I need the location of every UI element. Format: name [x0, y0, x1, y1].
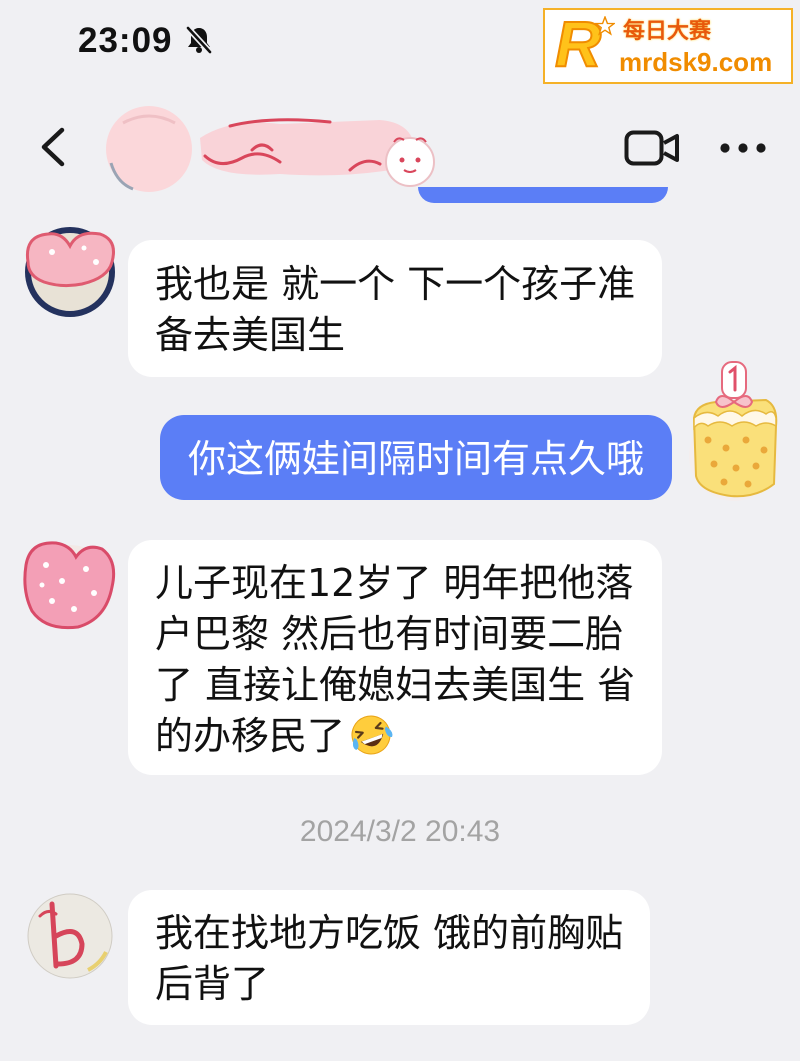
outgoing-bubble-partial[interactable]	[418, 187, 668, 203]
message-bubble-incoming[interactable]: 我也是 就一个 下一个孩子准 备去美国生	[128, 240, 663, 377]
video-camera-icon[interactable]	[624, 128, 680, 168]
watermark-site: mrdsk9.com	[619, 47, 773, 77]
my-avatar[interactable]	[686, 356, 782, 518]
more-dots-icon[interactable]	[718, 140, 768, 154]
contact-avatar[interactable]	[22, 886, 118, 986]
chat-timestamp: 2024/3/2 20:43	[299, 815, 501, 848]
message-bubble-incoming[interactable]: 儿子现在12岁了 明年把他落 户巴黎 然后也有时间要二胎 了 直接让俺媳妇去美国…	[128, 540, 663, 775]
header-contact-name[interactable]	[190, 108, 440, 190]
message-text: 的办移民了	[155, 714, 346, 758]
message-text: 我也是 就一个 下一个孩子准	[155, 262, 636, 306]
rofl-emoji-icon	[349, 713, 393, 757]
message-text: 儿子现在12岁了 明年把他落	[155, 561, 634, 605]
bell-slash-icon	[184, 25, 214, 55]
message-line: 的办移民了	[155, 711, 635, 762]
message-bubble-outgoing[interactable]: 你这俩娃间隔时间有点久哦	[159, 415, 672, 500]
message-bubble-incoming[interactable]: 我在找地方吃饭 饿的前胸贴 后背了	[128, 890, 651, 1025]
chevron-left-icon[interactable]	[38, 126, 68, 168]
message-text: 我在找地方吃饭 饿的前胸贴	[155, 911, 624, 955]
message-text: 户巴黎 然后也有时间要二胎	[155, 612, 624, 656]
chat-header	[0, 92, 800, 192]
message-text: 备去美国生	[155, 313, 346, 357]
contact-avatar[interactable]	[22, 222, 118, 322]
watermark: R 每日大赛 mrdsk9.com	[543, 7, 793, 84]
watermark-brand: 每日大赛	[623, 19, 712, 44]
message-text: 了 直接让俺媳妇去美国生 省	[155, 663, 636, 707]
status-time: 23:09	[78, 21, 173, 60]
star-icon	[594, 15, 616, 36]
contact-avatar[interactable]	[22, 535, 118, 635]
header-avatar[interactable]	[103, 103, 195, 195]
message-text: 后背了	[155, 962, 270, 1006]
message-text: 你这俩娃间隔时间有点久哦	[187, 437, 644, 481]
